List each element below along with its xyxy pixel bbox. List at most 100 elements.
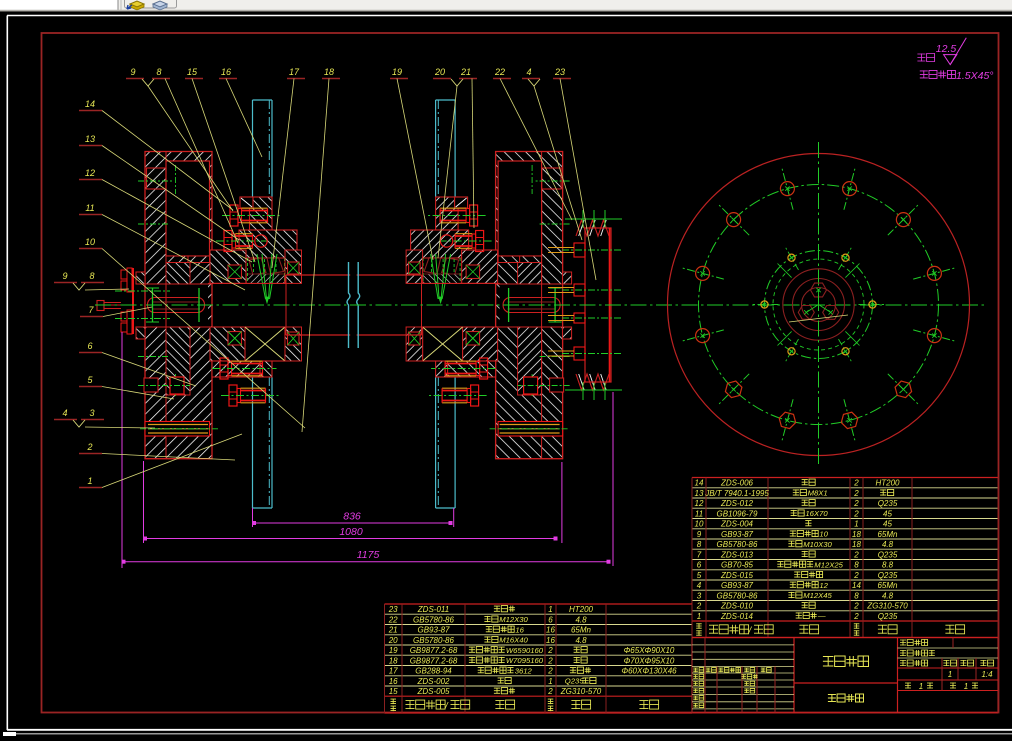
svg-text:15: 15 xyxy=(187,67,198,77)
svg-text:45: 45 xyxy=(883,509,892,518)
svg-text:W7095160: W7095160 xyxy=(506,656,544,665)
svg-text:3: 3 xyxy=(89,408,94,418)
svg-text:W6590160: W6590160 xyxy=(506,646,544,655)
svg-text:HT200: HT200 xyxy=(569,605,594,614)
svg-text:Q235: Q235 xyxy=(878,571,898,580)
svg-text:65Mn: 65Mn xyxy=(877,581,898,590)
svg-text:M12X25: M12X25 xyxy=(814,560,843,569)
svg-text:2: 2 xyxy=(853,602,859,611)
svg-text:21: 21 xyxy=(460,67,471,77)
svg-text:Φ70XΦ95X10: Φ70XΦ95X10 xyxy=(624,656,675,665)
svg-text:836: 836 xyxy=(343,511,361,523)
svg-text:2: 2 xyxy=(853,612,859,621)
svg-text:17: 17 xyxy=(289,67,300,77)
svg-text:Q235: Q235 xyxy=(565,677,585,686)
svg-text:GB9877.2-68: GB9877.2-68 xyxy=(410,646,458,655)
svg-text:4.8: 4.8 xyxy=(882,540,894,549)
svg-text:GB5780-86: GB5780-86 xyxy=(413,636,454,645)
svg-text:M16X40: M16X40 xyxy=(499,636,528,645)
svg-text:10: 10 xyxy=(819,530,828,539)
svg-text:GB5780-86: GB5780-86 xyxy=(717,540,758,549)
svg-text:1: 1 xyxy=(87,476,92,486)
svg-text:8.8: 8.8 xyxy=(882,561,894,570)
svg-text:12.5: 12.5 xyxy=(936,43,957,55)
svg-text:22: 22 xyxy=(494,67,505,77)
svg-text:2: 2 xyxy=(547,687,553,696)
svg-text:10: 10 xyxy=(695,520,704,529)
svg-text:2: 2 xyxy=(696,602,702,611)
svg-text:8: 8 xyxy=(156,67,161,77)
svg-text:65Mn: 65Mn xyxy=(877,530,898,539)
svg-text:M12X45: M12X45 xyxy=(803,591,832,600)
svg-text:GB288-94: GB288-94 xyxy=(415,667,452,676)
svg-text:7: 7 xyxy=(697,550,702,559)
svg-text:GB1096-79: GB1096-79 xyxy=(717,509,758,518)
svg-text:ZDS-011: ZDS-011 xyxy=(417,605,449,614)
svg-text:ZDS-002: ZDS-002 xyxy=(416,677,450,686)
svg-text:2: 2 xyxy=(547,656,553,665)
svg-text:M8X1: M8X1 xyxy=(808,489,828,498)
svg-text:8: 8 xyxy=(854,591,859,600)
svg-text:11: 11 xyxy=(85,203,94,213)
svg-text:19: 19 xyxy=(392,67,402,77)
svg-text:ZDS-015: ZDS-015 xyxy=(720,571,754,580)
svg-text:8: 8 xyxy=(854,561,859,570)
svg-text:9: 9 xyxy=(62,271,67,281)
svg-text:—: — xyxy=(817,612,826,621)
svg-text:4.8: 4.8 xyxy=(882,591,894,600)
svg-text:23: 23 xyxy=(388,605,398,614)
svg-text:6: 6 xyxy=(697,561,702,570)
svg-text:1: 1 xyxy=(548,605,552,614)
svg-text:1: 1 xyxy=(854,520,858,529)
svg-text:HT200: HT200 xyxy=(875,479,900,488)
svg-text:18: 18 xyxy=(852,540,861,549)
svg-text:14: 14 xyxy=(852,581,861,590)
svg-text:4: 4 xyxy=(697,581,702,590)
svg-text:ZDS-006: ZDS-006 xyxy=(720,479,754,488)
svg-text:2: 2 xyxy=(86,442,92,452)
svg-text:1080: 1080 xyxy=(339,526,363,538)
svg-text:M10X30: M10X30 xyxy=(803,540,832,549)
svg-text:ZDS-014: ZDS-014 xyxy=(720,612,754,621)
svg-text:3612: 3612 xyxy=(515,666,533,675)
svg-text:M12X30: M12X30 xyxy=(499,615,528,624)
svg-text:ZG310-570: ZG310-570 xyxy=(560,687,602,696)
svg-text:6: 6 xyxy=(87,341,92,351)
svg-text:2: 2 xyxy=(853,571,859,580)
svg-text:GB5780-86: GB5780-86 xyxy=(413,615,454,624)
svg-text:JB/T 7940.1-1995: JB/T 7940.1-1995 xyxy=(704,489,769,498)
svg-text:GB70-85: GB70-85 xyxy=(721,561,754,570)
svg-text:16: 16 xyxy=(389,677,398,686)
svg-text:2: 2 xyxy=(853,489,859,498)
svg-text:9: 9 xyxy=(697,530,702,539)
svg-text:ZDS-013: ZDS-013 xyxy=(720,550,754,559)
svg-text:ZDS-010: ZDS-010 xyxy=(720,602,754,611)
svg-text:2: 2 xyxy=(547,646,553,655)
svg-text:8: 8 xyxy=(89,271,94,281)
svg-text:1: 1 xyxy=(919,682,923,691)
svg-text:ZG310-570: ZG310-570 xyxy=(866,602,908,611)
svg-text:12: 12 xyxy=(85,168,95,178)
svg-text:1:4: 1:4 xyxy=(981,670,993,679)
svg-text:13: 13 xyxy=(695,489,704,498)
svg-text:GB93-87: GB93-87 xyxy=(721,581,754,590)
svg-text:3: 3 xyxy=(697,591,702,600)
svg-text:16: 16 xyxy=(546,626,555,635)
svg-text:21: 21 xyxy=(388,626,398,635)
svg-text:13: 13 xyxy=(85,134,95,144)
svg-text:23: 23 xyxy=(554,67,565,77)
svg-text:12: 12 xyxy=(819,581,828,590)
svg-text:6: 6 xyxy=(548,615,553,624)
svg-text:ZDS-012: ZDS-012 xyxy=(720,499,754,508)
svg-text:4: 4 xyxy=(62,408,67,418)
svg-text:16: 16 xyxy=(221,67,231,77)
svg-text:2: 2 xyxy=(853,499,859,508)
svg-text:11: 11 xyxy=(695,509,703,518)
svg-text:20: 20 xyxy=(434,67,445,77)
svg-text:2: 2 xyxy=(853,509,859,518)
svg-text:1: 1 xyxy=(697,612,701,621)
svg-text:Φ65XΦ90X10: Φ65XΦ90X10 xyxy=(624,646,675,655)
svg-text:Φ60XΦ130X46: Φ60XΦ130X46 xyxy=(621,667,677,676)
svg-text:14: 14 xyxy=(85,99,95,109)
svg-text:5: 5 xyxy=(697,571,702,580)
